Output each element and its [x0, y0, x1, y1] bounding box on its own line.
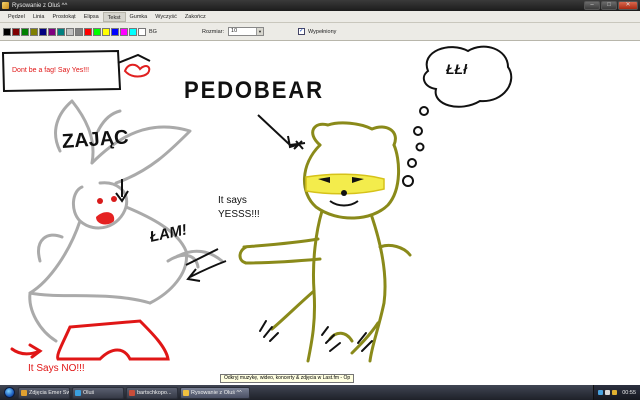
size-value: 10 — [231, 28, 238, 34]
color-swatch[interactable] — [3, 27, 11, 36]
windows-orb-icon — [3, 387, 15, 398]
minimize-button[interactable]: – — [584, 1, 600, 10]
menu-line[interactable]: Linia — [29, 12, 49, 22]
zajac-title: ZAJĄC — [61, 126, 130, 153]
taskbar-item[interactable]: Oluś — [72, 386, 124, 399]
tray-app-icon[interactable] — [612, 390, 618, 395]
taskbar: Zdjęcia Emer Swkah -... Oluś bartschkopo..… — [0, 385, 640, 400]
says-yes-line1: It says — [218, 195, 247, 206]
volume-icon[interactable] — [605, 390, 611, 395]
app-icon — [21, 389, 27, 396]
fill-label: Wypełniony — [308, 28, 337, 35]
menu-brush[interactable]: Pędzel — [4, 12, 29, 22]
taskbar-item[interactable]: bartschkopo... — [126, 386, 178, 399]
color-palette — [3, 27, 147, 36]
options-toolbar: BG Rozmiar: 10 ▼ ✓ Wypełniony — [0, 23, 640, 41]
drawing-canvas[interactable]: Dont be a fag! Say Yes!!! PEDOBEAR ŁŁł Z… — [0, 41, 640, 385]
red-pants-drawing — [56, 319, 170, 361]
color-swatch[interactable] — [12, 27, 20, 36]
taskbar-item-label: Zdjęcia Emer Swkah -... — [29, 389, 70, 396]
menu-clear[interactable]: Wyczyść — [151, 12, 181, 22]
color-swatch[interactable] — [21, 27, 29, 36]
chevron-down-icon[interactable]: ▼ — [256, 28, 264, 35]
taskbar-item[interactable]: Zdjęcia Emer Swkah -... — [18, 386, 70, 399]
color-swatch[interactable] — [48, 27, 56, 36]
menu-eraser[interactable]: Gumka — [126, 12, 152, 22]
color-swatch[interactable] — [57, 27, 65, 36]
maximize-button[interactable]: □ — [601, 1, 617, 10]
taskbar-item-label: Oluś — [83, 389, 95, 396]
thought-text: ŁŁł — [446, 61, 467, 77]
menu-ellipse[interactable]: Elipsa — [80, 12, 103, 22]
color-swatch[interactable] — [102, 27, 110, 36]
color-swatch[interactable] — [66, 27, 74, 36]
taskbar-item[interactable]: Rysowanie z Oluś ^^ — [180, 386, 250, 399]
menu-rectangle[interactable]: Prostokąt — [48, 12, 79, 22]
app-icon — [2, 2, 9, 9]
color-swatch[interactable] — [93, 27, 101, 36]
title-bar[interactable]: Rysowanie z Oluś ^^ – □ ✕ — [0, 0, 640, 11]
network-icon[interactable] — [598, 390, 604, 395]
window-controls: – □ ✕ — [583, 1, 638, 10]
bear-face — [305, 173, 385, 207]
tooltip: Odkryj muzykę, wideo, koncerty & zdjęcia… — [220, 374, 355, 383]
taskbar-item-label: bartschkopo... — [137, 389, 172, 396]
app-icon — [183, 389, 189, 396]
menu-exit[interactable]: Zakończ — [181, 12, 210, 22]
bunny-face — [96, 196, 117, 225]
clock[interactable]: 00:55 — [622, 390, 636, 396]
color-swatch[interactable] — [30, 27, 38, 36]
color-swatch[interactable] — [75, 27, 83, 36]
task-list: Zdjęcia Emer Swkah -... Oluś bartschkopo..… — [18, 386, 593, 399]
close-button[interactable]: ✕ — [618, 1, 638, 10]
color-swatch[interactable] — [84, 27, 92, 36]
color-swatch[interactable] — [138, 27, 146, 36]
color-swatch[interactable] — [120, 27, 128, 36]
color-swatch[interactable] — [129, 27, 137, 36]
color-swatch[interactable] — [39, 27, 47, 36]
color-swatch[interactable] — [111, 27, 119, 36]
size-label: Rozmiar: — [202, 28, 225, 35]
says-no-text: It Says NO!!! — [28, 363, 85, 374]
bg-color-label[interactable]: BG — [149, 29, 159, 35]
says-yes-line2: YESSS!!! — [218, 209, 260, 220]
window-title: Rysowanie z Oluś ^^ — [12, 2, 68, 9]
app-icon — [75, 389, 81, 396]
system-tray: 00:55 — [593, 385, 640, 400]
pedobear-title: PEDOBEAR — [184, 77, 324, 104]
start-button[interactable] — [0, 385, 18, 400]
menu-text[interactable]: Tekst — [102, 11, 126, 22]
taskbar-item-label: Rysowanie z Oluś ^^ — [191, 389, 242, 396]
pedobear-arrow — [257, 114, 306, 150]
size-select[interactable]: 10 ▼ — [228, 27, 265, 36]
screen: Rysowanie z Oluś ^^ – □ ✕ Pędzel Linia P… — [0, 0, 640, 400]
fill-checkbox[interactable]: ✓ — [298, 28, 306, 35]
tool-menu: Pędzel Linia Prostokąt Elipsa Tekst Gumk… — [0, 11, 640, 23]
bear-drawing — [238, 121, 412, 363]
red-arrow — [10, 343, 43, 359]
app-icon — [129, 389, 135, 396]
speech-box-text: Dont be a fag! Say Yes!!! — [12, 67, 90, 74]
